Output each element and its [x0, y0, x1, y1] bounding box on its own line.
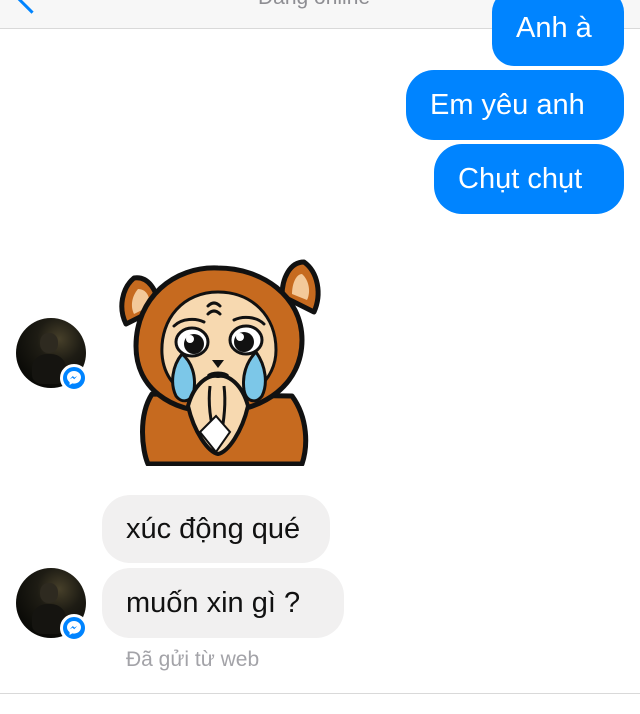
outgoing-message[interactable]: Chụt chụt: [434, 144, 624, 214]
outgoing-message[interactable]: Em yêu anh: [406, 70, 624, 140]
contact-avatar[interactable]: [16, 318, 88, 392]
contact-name[interactable]: [60, 0, 180, 4]
avatar-silhouette-head: [40, 583, 58, 603]
online-status: Đang online: [258, 0, 370, 10]
divider: [0, 693, 640, 694]
incoming-message[interactable]: muốn xin gì ?: [102, 568, 344, 638]
crying-bear-sticker[interactable]: [112, 256, 326, 466]
messenger-badge-icon: [60, 614, 88, 642]
outgoing-message[interactable]: Anh à: [492, 0, 624, 66]
messenger-badge-icon: [60, 364, 88, 392]
back-chevron-icon[interactable]: [15, 0, 48, 14]
incoming-message[interactable]: xúc động qué: [102, 495, 330, 563]
sent-via-label: Đã gửi từ web: [126, 648, 260, 671]
avatar-silhouette-head: [40, 333, 58, 353]
contact-avatar[interactable]: [16, 568, 88, 642]
